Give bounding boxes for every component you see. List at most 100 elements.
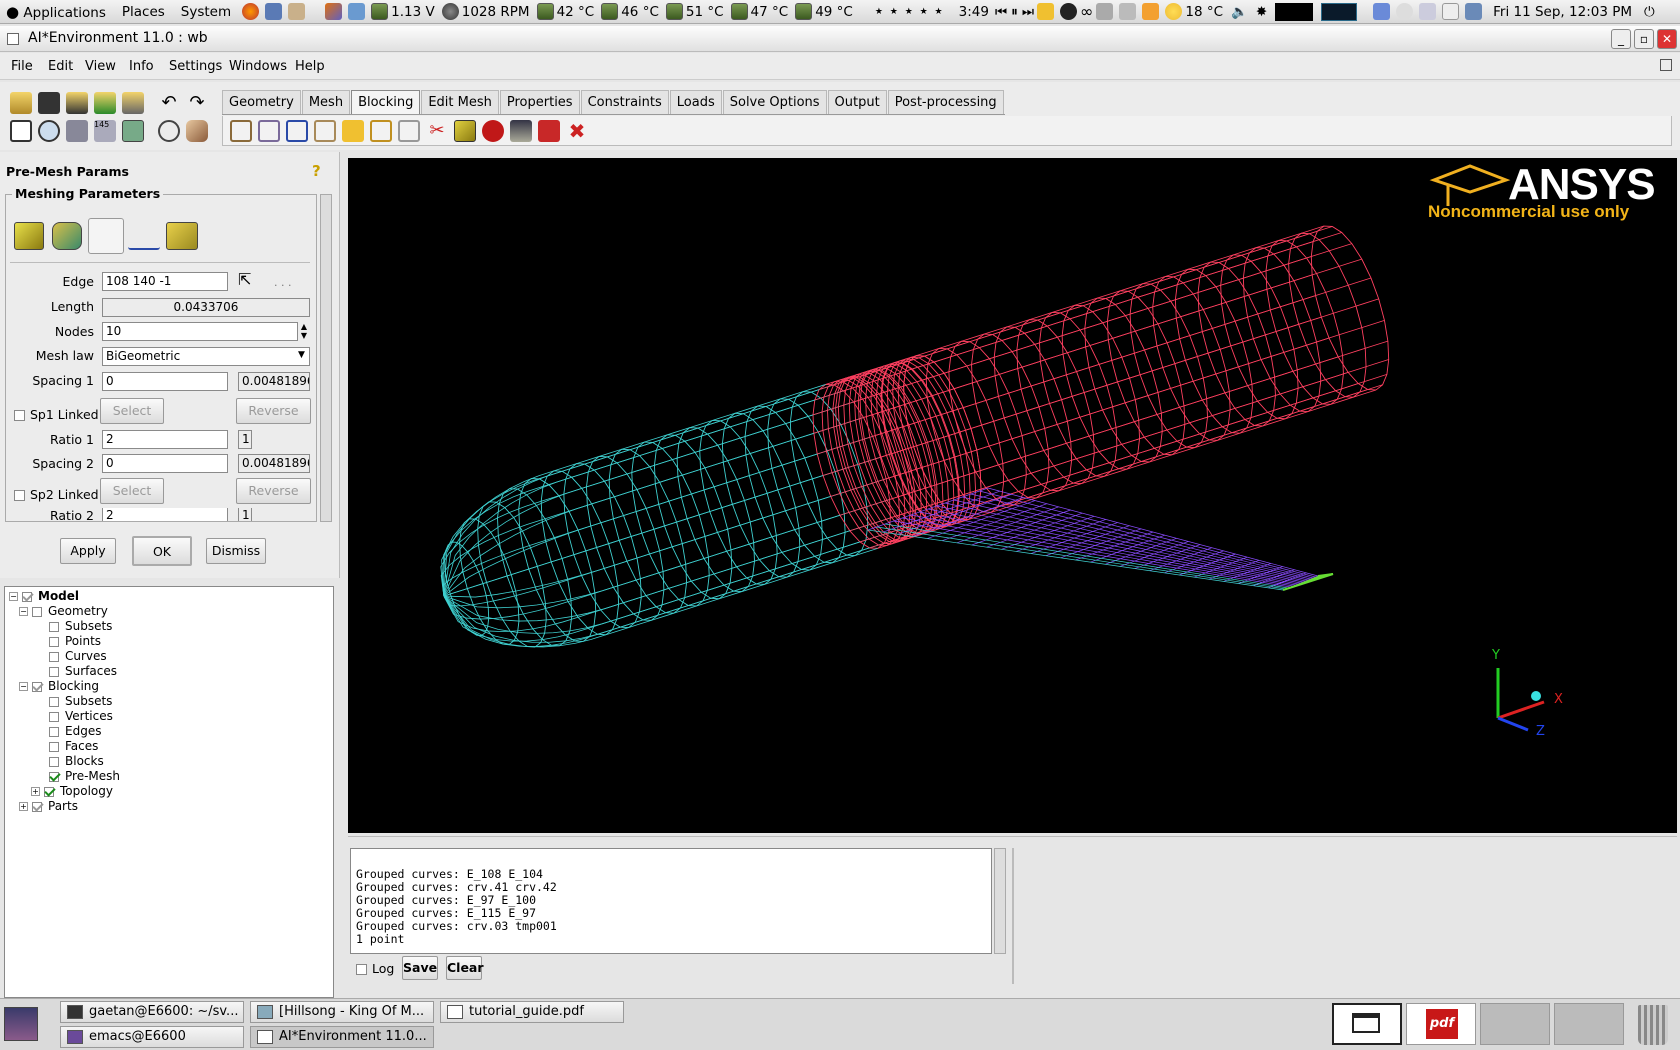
select-edge-icon[interactable]: ⇱	[238, 270, 251, 289]
delete-block-icon[interactable]: ✖	[566, 120, 588, 142]
apply-button[interactable]: Apply	[60, 538, 116, 564]
match-edges-icon[interactable]	[128, 222, 160, 250]
tree-geometry-points[interactable]: Points	[49, 634, 101, 648]
browser-icon[interactable]	[265, 3, 283, 20]
network-icon[interactable]	[1096, 3, 1114, 20]
notes-icon[interactable]	[1037, 3, 1055, 20]
matlab-icon[interactable]	[325, 3, 343, 20]
tab-mesh[interactable]: Mesh	[301, 90, 351, 114]
face-params-icon[interactable]	[52, 222, 82, 250]
tab-loads[interactable]: Loads	[669, 90, 722, 114]
tab-edit-mesh[interactable]: Edit Mesh	[421, 90, 499, 114]
firefox-icon[interactable]	[242, 3, 260, 20]
menu-help[interactable]: Help	[295, 59, 325, 74]
mesh-law-dropdown[interactable]: BiGeometric	[102, 347, 310, 366]
create-block-icon[interactable]	[230, 120, 252, 142]
home-icon[interactable]	[288, 3, 306, 20]
sp1-linked-checkbox[interactable]	[14, 410, 25, 421]
apple-menu-icon[interactable]	[1060, 3, 1078, 20]
fit-window-icon[interactable]	[10, 120, 32, 142]
menu-settings[interactable]: Settings	[169, 59, 222, 74]
check-blocks-icon[interactable]	[510, 120, 532, 142]
sp2-linked-checkbox[interactable]	[14, 490, 25, 501]
message-console[interactable]: Grouped curves: E_108 E_104 Grouped curve…	[350, 848, 992, 954]
sp1-select-button[interactable]: Select	[100, 398, 164, 424]
edge-params-icon[interactable]	[88, 218, 124, 254]
workspace-3[interactable]	[1480, 1003, 1550, 1045]
log-checkbox[interactable]	[356, 964, 367, 975]
workspace-4[interactable]	[1554, 1003, 1624, 1045]
tab-geometry[interactable]: Geometry	[222, 90, 301, 114]
task-pdf[interactable]: tutorial_guide.pdf	[440, 1001, 624, 1023]
close-button[interactable]: ✕	[1657, 29, 1677, 49]
tab-output[interactable]: Output	[827, 90, 887, 114]
wireframe-icon[interactable]	[158, 120, 180, 142]
update-icon[interactable]	[1142, 3, 1160, 20]
zoom-icon[interactable]	[38, 120, 60, 142]
open-geometry-icon[interactable]	[66, 92, 88, 114]
menu-windows[interactable]: Windows	[229, 59, 287, 74]
task-ai-environment[interactable]: AI*Environment 11.0...	[250, 1026, 434, 1048]
edge-more-button[interactable]: . . .	[274, 276, 291, 289]
ratio2-field[interactable]: 2	[102, 508, 228, 521]
tree-blocking-vertices[interactable]: Vertices	[49, 709, 113, 723]
open-mesh-icon[interactable]	[122, 92, 144, 114]
applications-menu[interactable]: ● Applications	[0, 3, 114, 21]
clear-log-button[interactable]: Clear	[446, 956, 484, 980]
dismiss-button[interactable]: Dismiss	[206, 538, 266, 564]
tree-geometry-subsets[interactable]: Subsets	[49, 619, 112, 633]
clock-applet-icon[interactable]	[1419, 3, 1437, 20]
console-scrollbar[interactable]	[994, 848, 1006, 954]
menu-info[interactable]: Info	[129, 59, 154, 74]
power-icon[interactable]: ⏻	[1644, 4, 1655, 20]
tree-blocking-blocks[interactable]: Blocks	[49, 754, 104, 768]
tree-blocking-subsets[interactable]: Subsets	[49, 694, 112, 708]
nodes-spinbox[interactable]: 10	[102, 322, 298, 341]
volume-icon[interactable]: 🔈	[1231, 4, 1248, 20]
tab-properties[interactable]: Properties	[499, 90, 580, 114]
window-titlebar[interactable]: AI*Environment 11.0 : wb _ ▫ ✕	[0, 26, 1680, 52]
music-icon[interactable]	[1373, 3, 1391, 20]
tree-geometry-surfaces[interactable]: Surfaces	[49, 664, 117, 678]
rating-stars[interactable]: ★ ★ ★ ★ ★	[875, 7, 945, 17]
check-mesh-icon[interactable]	[538, 120, 560, 142]
tab-solve-options[interactable]: Solve Options	[722, 90, 827, 114]
show-desktop-icon[interactable]	[4, 1007, 38, 1041]
brightness-icon[interactable]: ✸	[1256, 4, 1267, 20]
measure-icon[interactable]	[66, 120, 88, 142]
tree-blocking[interactable]: − Blocking	[19, 679, 99, 693]
tab-blocking[interactable]: Blocking	[351, 90, 421, 114]
spacing2-field[interactable]: 0	[102, 454, 228, 473]
transform-icon[interactable]	[398, 120, 420, 142]
menu-file[interactable]: File	[11, 59, 33, 74]
help-icon[interactable]: ?	[312, 162, 328, 180]
refresh-icon[interactable]	[122, 120, 144, 142]
tree-geometry-curves[interactable]: Curves	[49, 649, 107, 663]
undo-icon[interactable]: ↶	[158, 92, 180, 114]
tree-blocking-edges[interactable]: Edges	[49, 724, 101, 738]
weather-icon[interactable]	[1165, 3, 1183, 20]
glasses-icon[interactable]: ∞	[1080, 2, 1093, 21]
task-music[interactable]: [Hillsong - King Of M...	[250, 1001, 434, 1023]
console-splitter[interactable]	[1012, 848, 1014, 984]
finder-icon[interactable]	[348, 3, 366, 20]
clock[interactable]: Fri 11 Sep, 12:03 PM	[1493, 4, 1632, 20]
tree-parts[interactable]: + Parts	[19, 799, 78, 813]
menu-view[interactable]: View	[85, 59, 116, 74]
system-menu[interactable]: System	[173, 4, 239, 20]
tab-post-processing[interactable]: Post-processing	[887, 90, 1004, 114]
trash-icon[interactable]	[1638, 1005, 1668, 1045]
prev-track-icon[interactable]: ⏮	[995, 4, 1007, 20]
edit-edge-icon[interactable]: ✂	[426, 120, 448, 142]
menu-edit[interactable]: Edit	[48, 59, 73, 74]
associate-icon[interactable]	[342, 120, 364, 142]
sp2-select-button[interactable]: Select	[100, 478, 164, 504]
premesh-smooth-icon[interactable]	[482, 120, 504, 142]
places-menu[interactable]: Places	[114, 4, 173, 20]
tree-model[interactable]: − Model	[9, 589, 79, 603]
tree-blocking-faces[interactable]: Faces	[49, 739, 98, 753]
task-terminal[interactable]: gaetan@E6600: ~/sv...	[60, 1001, 244, 1023]
move-vertex-icon[interactable]	[370, 120, 392, 142]
distance-icon[interactable]: 145	[94, 120, 116, 142]
tree-blocking-premesh[interactable]: Pre-Mesh	[49, 769, 120, 783]
